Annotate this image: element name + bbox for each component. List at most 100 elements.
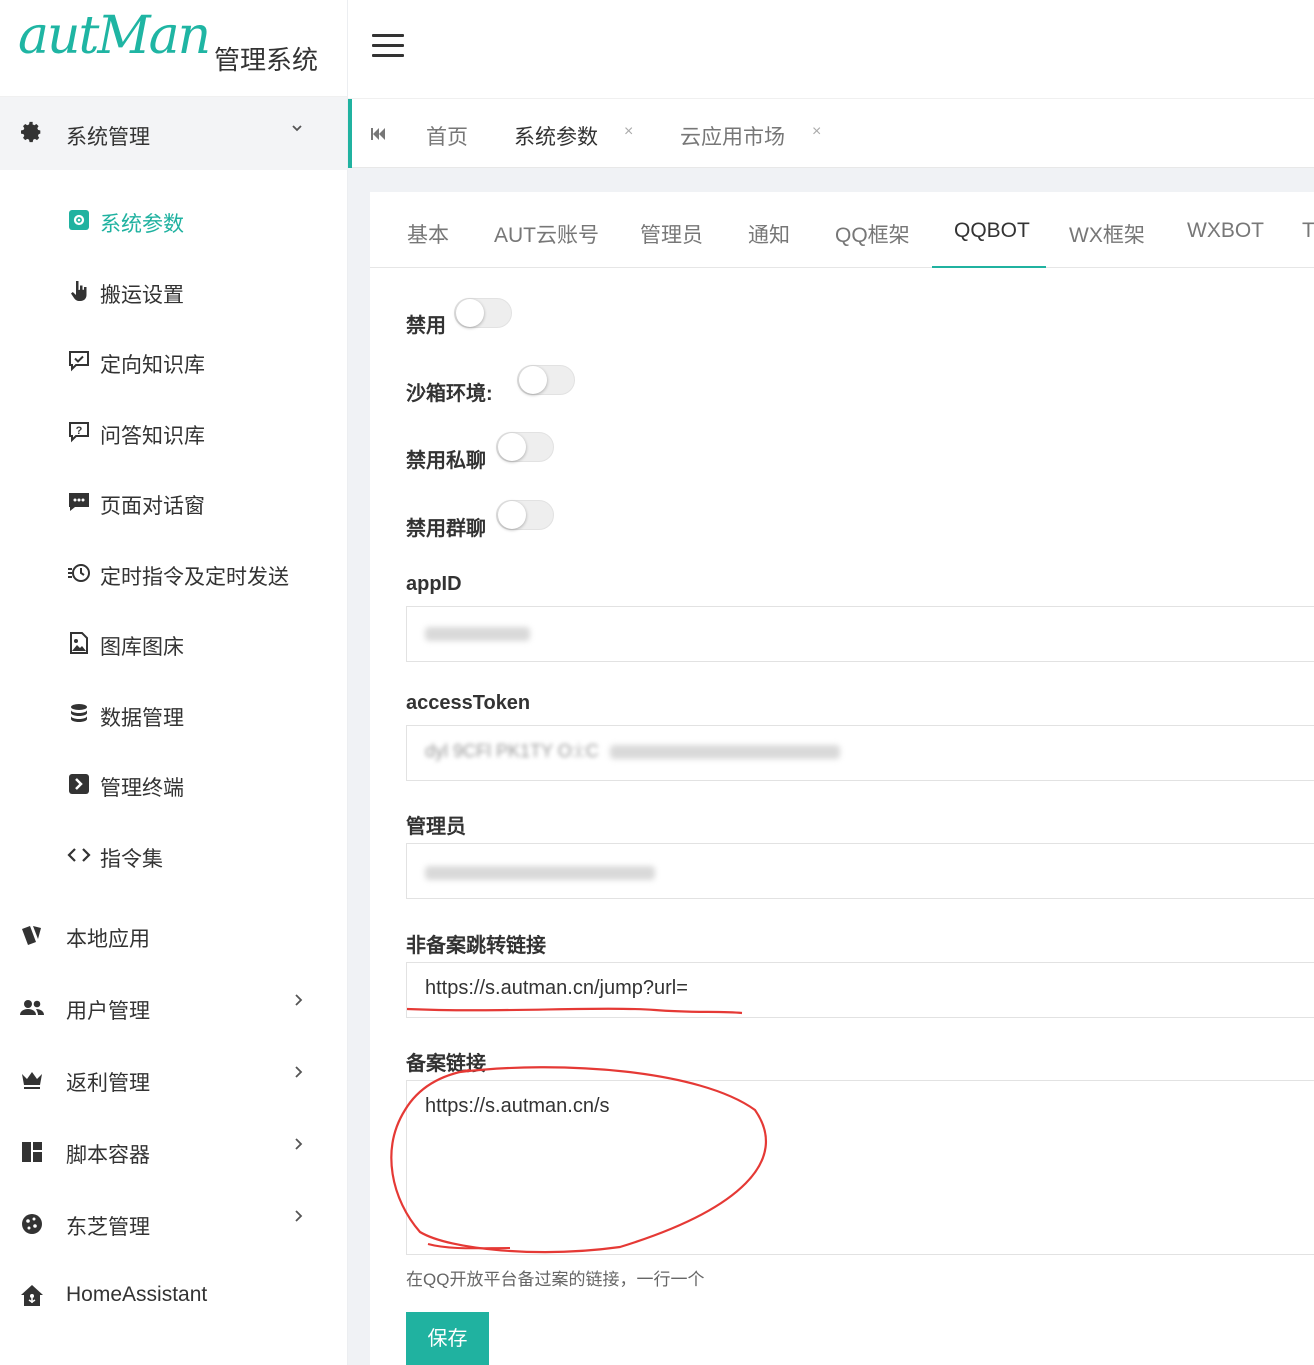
pointer-hand-icon [71, 281, 87, 301]
tab-notify[interactable]: 通知 [748, 219, 790, 249]
sidebar-item-label: 搬运设置 [100, 284, 184, 307]
app-name: 管理系统 [214, 45, 319, 75]
tab-more[interactable]: T [1302, 219, 1314, 243]
svg-text:?: ? [76, 425, 83, 437]
history-clock-icon [68, 564, 90, 582]
sidebar-item-qa-kb[interactable]: ? 问答知识库 [0, 414, 347, 474]
users-icon [20, 1000, 44, 1015]
tab-qq-framework[interactable]: QQ框架 [835, 219, 910, 249]
sidebar-item-scheduled[interactable]: 定时指令及定时发送 [0, 555, 347, 615]
crown-icon [22, 1072, 42, 1089]
chevron-right-icon [295, 1066, 303, 1078]
tab-aut-cloud[interactable]: AUT云账号 [494, 219, 599, 249]
jump-link-input[interactable]: https://s.autman.cn/jump?url= [406, 962, 1314, 1018]
logo-script: autMan [18, 6, 211, 66]
menu-group-system[interactable]: 系统管理 [0, 97, 347, 170]
admin-label: 管理员 [406, 816, 466, 838]
sidebar: autMan 管理系统 系统管理 系统参数 搬运设置 定向知识库 ? 问答知识库… [0, 0, 348, 1365]
cookie-icon [22, 1214, 42, 1234]
tab-qqbot[interactable]: QQBOT [954, 219, 1030, 243]
top-header [348, 0, 1314, 99]
image-file-icon [70, 632, 88, 654]
jump-link-value: https://s.autman.cn/jump?url= [425, 977, 688, 999]
admin-input[interactable] [406, 843, 1314, 899]
save-button[interactable]: 保存 [406, 1312, 489, 1365]
sidebar-item-script-container[interactable]: 脚本容器 [0, 1137, 347, 1197]
disable-private-switch[interactable] [496, 432, 554, 462]
sidebar-item-label: 返利管理 [66, 1072, 150, 1095]
sidebar-item-system-params[interactable]: 系统参数 [0, 202, 347, 262]
sidebar-item-home-assistant[interactable]: HomeAssistant [0, 1281, 347, 1341]
tab-wx-framework[interactable]: WX框架 [1069, 219, 1145, 249]
settings-square-icon [69, 210, 89, 230]
record-link-hint: 在QQ开放平台备过案的链接，一行一个 [406, 1270, 705, 1289]
close-icon[interactable]: × [624, 123, 633, 141]
redacted-value [425, 866, 655, 880]
tab-system-params[interactable]: 系统参数 [514, 121, 598, 151]
record-link-value: https://s.autman.cn/s [425, 1095, 610, 1117]
tab-home[interactable]: 首页 [426, 121, 468, 151]
sidebar-item-label: 页面对话窗 [100, 495, 205, 518]
sandbox-label: 沙箱环境: [406, 383, 493, 405]
sidebar-item-label: 指令集 [100, 848, 163, 871]
menu-group-label: 系统管理 [66, 126, 150, 149]
sidebar-item-rebate[interactable]: 返利管理 [0, 1065, 347, 1125]
tab-cloud-market[interactable]: 云应用市场 [680, 121, 785, 151]
sidebar-item-terminal[interactable]: 管理终端 [0, 766, 347, 826]
code-icon [67, 848, 91, 862]
access-token-input[interactable]: dyl 9CFl PK1TY O:i:C [406, 725, 1314, 781]
tab-wxbot[interactable]: WXBOT [1187, 219, 1264, 243]
jump-link-label: 非备案跳转链接 [406, 935, 546, 957]
sidebar-item-chat-window[interactable]: 页面对话窗 [0, 484, 347, 544]
appid-input[interactable] [406, 606, 1314, 662]
disable-private-label: 禁用私聊 [406, 450, 486, 472]
sidebar-item-toshiba[interactable]: 东芝管理 [0, 1209, 347, 1269]
sidebar-item-data[interactable]: 数据管理 [0, 696, 347, 756]
record-link-textarea[interactable]: https://s.autman.cn/s [406, 1080, 1314, 1255]
redacted-value [425, 627, 530, 641]
chevron-right-icon [295, 1210, 303, 1222]
sidebar-item-label: 数据管理 [100, 707, 184, 730]
disable-group-label: 禁用群聊 [406, 518, 486, 540]
skip-back-icon[interactable] [370, 126, 386, 142]
sidebar-item-local-apps[interactable]: 本地应用 [0, 921, 347, 981]
redacted-value [610, 744, 841, 759]
disable-label: 禁用 [406, 315, 446, 337]
form-tabs: 基本 AUT云账号 管理员 通知 QQ框架 QQBOT WX框架 WXBOT T [370, 192, 1314, 268]
disable-group-switch[interactable] [496, 500, 554, 530]
chat-check-icon [69, 351, 89, 372]
sidebar-item-label: 定向知识库 [100, 354, 205, 377]
sidebar-item-label: 本地应用 [66, 928, 150, 951]
dashboard-icon [22, 1142, 42, 1162]
chevron-down-icon [292, 125, 302, 132]
home-assistant-icon [21, 1285, 43, 1306]
sidebar-item-label: HomeAssistant [66, 1283, 208, 1306]
sidebar-item-label: 东芝管理 [66, 1216, 150, 1239]
sidebar-item-gallery[interactable]: 图库图床 [0, 625, 347, 685]
access-token-partial: dyl 9CFl PK1TY O:i:C [425, 741, 599, 761]
tab-admin[interactable]: 管理员 [640, 219, 703, 249]
tab-basic[interactable]: 基本 [407, 219, 449, 249]
sidebar-item-label: 脚本容器 [66, 1144, 150, 1167]
tabs-accent-bar [348, 99, 352, 168]
chevron-right-icon [295, 994, 303, 1006]
sidebar-item-users[interactable]: 用户管理 [0, 993, 347, 1053]
sidebar-item-transfer[interactable]: 搬运设置 [0, 273, 347, 333]
database-icon [71, 704, 87, 722]
sidebar-item-label: 问答知识库 [100, 425, 205, 448]
menu-toggle-icon[interactable] [372, 34, 404, 58]
sandbox-switch[interactable] [517, 365, 575, 395]
sidebar-item-label: 系统参数 [100, 213, 184, 236]
terminal-icon [69, 774, 89, 794]
close-icon[interactable]: × [812, 123, 821, 141]
disable-switch[interactable] [454, 298, 512, 328]
sidebar-item-label: 图库图床 [100, 636, 184, 659]
access-token-label: accessToken [406, 692, 531, 714]
settings-card: 基本 AUT云账号 管理员 通知 QQ框架 QQBOT WX框架 WXBOT T… [370, 192, 1314, 1365]
sidebar-item-directed-kb[interactable]: 定向知识库 [0, 343, 347, 403]
sidebar-item-commands[interactable]: 指令集 [0, 837, 347, 897]
chat-dots-icon [69, 493, 89, 511]
active-tab-indicator [932, 266, 1046, 268]
logo: autMan 管理系统 [0, 0, 347, 97]
record-link-label: 备案链接 [406, 1053, 486, 1075]
